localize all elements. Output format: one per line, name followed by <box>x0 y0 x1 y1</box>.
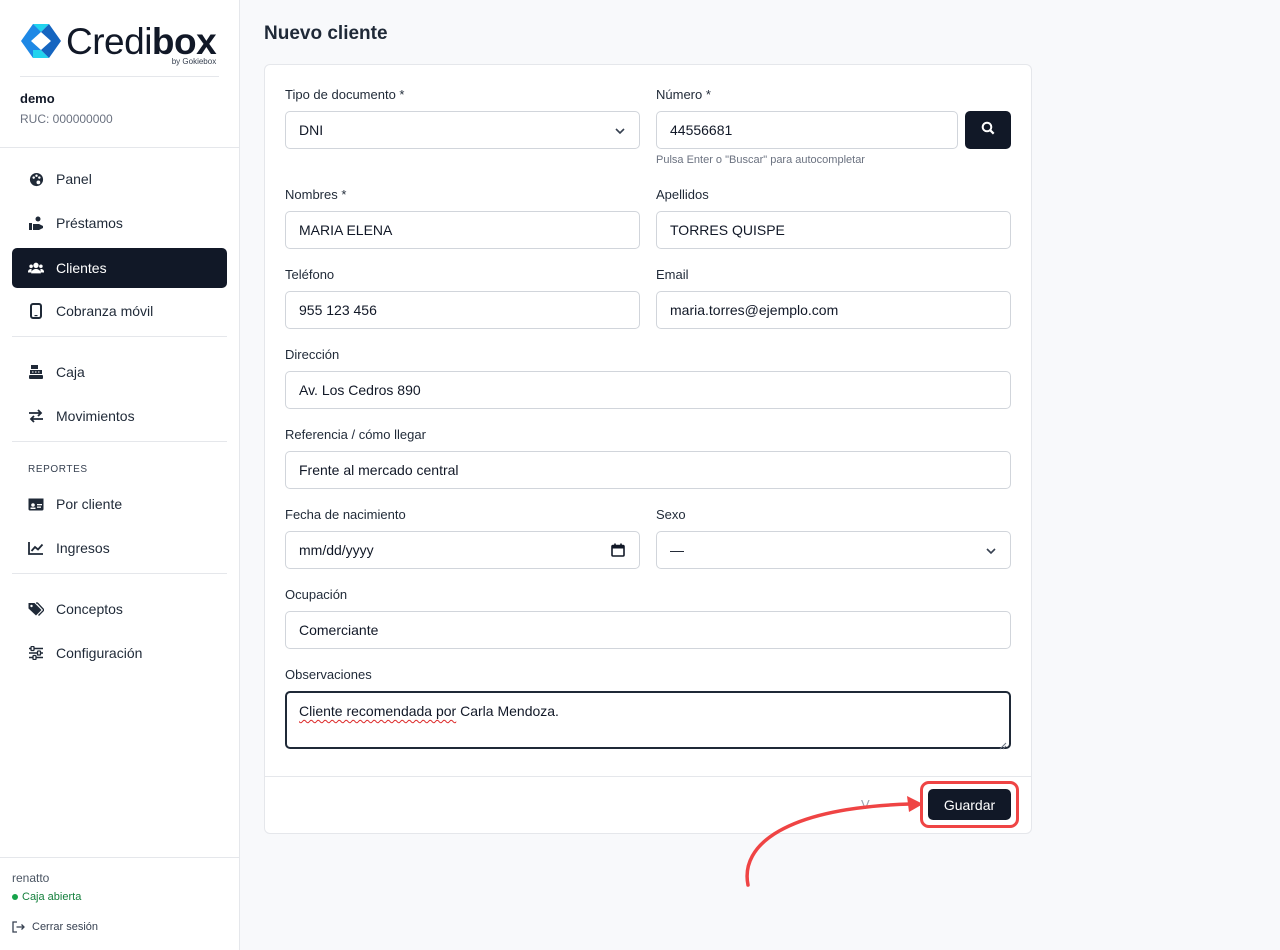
email-input[interactable]: maria.torres@ejemplo.com <box>656 291 1011 329</box>
direccion-input[interactable]: Av. Los Cedros 890 <box>285 371 1011 409</box>
referencia-label: Referencia / cómo llegar <box>285 427 426 442</box>
calendar-icon[interactable] <box>611 543 625 557</box>
sidebar-item-label: Clientes <box>56 260 107 276</box>
sidebar-item-por-cliente[interactable]: Por cliente <box>12 484 227 524</box>
apellidos-input[interactable]: TORRES QUISPE <box>656 211 1011 249</box>
chevron-down-icon <box>984 544 998 558</box>
buscar-button[interactable] <box>965 111 1011 149</box>
divider <box>265 776 1031 777</box>
sidebar-item-label: Conceptos <box>56 601 123 617</box>
sidebar-item-ingresos[interactable]: Ingresos <box>12 528 227 568</box>
nombres-label: Nombres * <box>285 187 347 202</box>
sidebar-item-label: Ingresos <box>56 540 110 556</box>
sidebar-item-panel[interactable]: Panel <box>12 159 227 199</box>
sliders-icon <box>28 645 44 661</box>
search-icon <box>981 121 995 140</box>
telefono-label: Teléfono <box>285 267 335 282</box>
page-title: Nuevo cliente <box>264 23 388 44</box>
sidebar-item-clientes[interactable]: Clientes <box>12 248 227 288</box>
fecha-nacimiento-input[interactable]: mm/dd/yyyy <box>285 531 640 569</box>
referencia-input[interactable]: Frente al mercado central <box>285 451 1011 489</box>
sidebar-item-label: Panel <box>56 171 92 187</box>
tipo-documento-select[interactable]: DNI <box>285 111 640 149</box>
chevron-down-icon <box>613 124 627 138</box>
divider <box>12 336 227 337</box>
fecha-nacimiento-label: Fecha de nacimiento <box>285 507 406 522</box>
sidebar-item-caja[interactable]: Caja <box>12 352 227 392</box>
tags-icon <box>28 601 44 617</box>
sidebar-item-cobranza-movil[interactable]: Cobranza móvil <box>12 291 227 331</box>
sidebar-item-label: Por cliente <box>56 496 123 512</box>
credibox-logo[interactable]: Credibox by Gokiebox <box>20 18 217 66</box>
divider <box>0 147 239 148</box>
email-label: Email <box>656 267 689 282</box>
sidebar-item-label: Movimientos <box>56 408 135 424</box>
logout-icon <box>12 920 26 934</box>
sexo-label: Sexo <box>656 507 686 522</box>
numero-label: Número * <box>656 87 711 102</box>
cash-register-icon <box>28 364 44 380</box>
caja-status-badge: Caja abierta <box>12 891 81 903</box>
numero-input[interactable]: 44556681 <box>656 111 958 149</box>
ocupacion-label: Ocupación <box>285 587 348 602</box>
divider <box>0 857 239 858</box>
divider <box>12 573 227 574</box>
telefono-input[interactable]: 955 123 456 <box>285 291 640 329</box>
arrows-exchange-icon <box>28 408 44 424</box>
divider <box>12 441 227 442</box>
observaciones-textarea[interactable]: Cliente recomendada por Carla Mendoza. <box>285 691 1011 750</box>
tipo-documento-label: Tipo de documento * <box>285 87 405 102</box>
sidebar-item-label: Préstamos <box>56 215 123 231</box>
hand-coins-icon <box>28 215 44 231</box>
sidebar-item-label: Configuración <box>56 645 143 661</box>
id-card-icon <box>28 496 44 512</box>
ocupacion-input[interactable]: Comerciante <box>285 611 1011 649</box>
users-icon <box>28 260 44 276</box>
credibox-logo-mark-icon <box>20 20 62 62</box>
logo-wordmark: Credibox <box>66 20 217 62</box>
logo-byline: by Gokiebox <box>171 56 217 66</box>
annotation-arrow-icon <box>745 796 923 887</box>
sexo-select[interactable]: — <box>656 531 1011 569</box>
account-name: demo <box>20 91 55 106</box>
divider <box>20 76 219 77</box>
direccion-label: Dirección <box>285 347 340 362</box>
account-ruc: RUC: 000000000 <box>20 112 113 126</box>
numero-hint: Pulsa Enter o "Buscar" para autocompleta… <box>656 154 865 166</box>
resize-handle-icon[interactable] <box>999 737 1007 750</box>
sidebar-item-prestamos[interactable]: Préstamos <box>12 203 227 243</box>
nombres-input[interactable]: MARIA ELENA <box>285 211 640 249</box>
client-form-card: Tipo de documento * DNI Número * 4455668… <box>264 64 1032 834</box>
sidebar-item-conceptos[interactable]: Conceptos <box>12 589 227 629</box>
sidebar-item-label: Caja <box>56 364 85 380</box>
logout-link[interactable]: Cerrar sesión <box>12 920 98 934</box>
apellidos-label: Apellidos <box>656 187 709 202</box>
sidebar-item-movimientos[interactable]: Movimientos <box>12 396 227 436</box>
palette-icon <box>28 171 44 187</box>
mobile-icon <box>28 303 44 319</box>
sidebar-item-configuracion[interactable]: Configuración <box>12 633 227 673</box>
status-dot-icon <box>12 894 18 900</box>
observaciones-label: Observaciones <box>285 667 372 682</box>
sidebar-item-label: Cobranza móvil <box>56 303 154 319</box>
sidebar: Credibox by Gokiebox demo RUC: 000000000… <box>0 0 240 950</box>
chart-line-icon <box>28 540 44 556</box>
nav-section-reportes: REPORTES <box>28 464 88 475</box>
current-user: renatto <box>12 871 50 885</box>
